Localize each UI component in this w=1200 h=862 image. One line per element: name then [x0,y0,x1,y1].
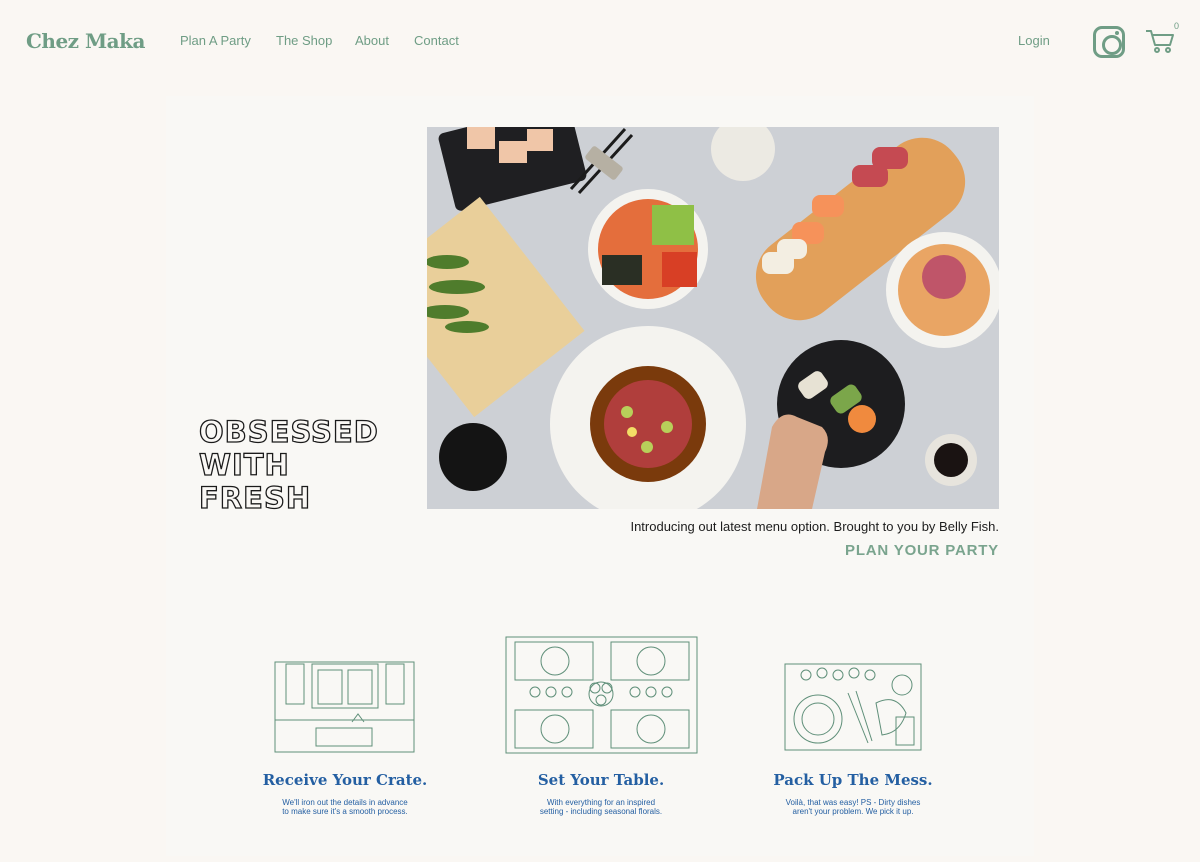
instagram-icon[interactable] [1093,26,1125,58]
feature-title-pack-up-mess: Pack Up The Mess. [773,771,933,789]
feature-text-set-table: With everything for an inspired setting … [539,798,663,816]
nav-link-contact[interactable]: Contact [414,33,459,48]
hero-food-photo [427,127,999,509]
page: Chez Maka Plan A Party The Shop About Co… [0,0,1200,862]
hero-headline: OBSESSED WITH FRESH [198,415,379,515]
pack-up-mess-illustration [784,663,922,751]
brand-logo[interactable]: Chez Maka [26,29,145,53]
nav-link-the-shop[interactable]: The Shop [276,33,332,48]
login-link[interactable]: Login [1018,33,1050,48]
cart-icon[interactable] [1144,28,1176,54]
cart-count-badge: 0 [1174,21,1180,31]
feature-title-receive-crate: Receive Your Crate. [262,771,428,789]
nav-link-about[interactable]: About [355,33,389,48]
feature-text-pack-up-mess: Voilà, that was easy! PS - Dirty dishes … [785,798,921,816]
feature-text-receive-crate: We'll iron out the details in advance to… [282,798,408,816]
table-setting-illustration [505,636,698,754]
crate-illustration [274,661,415,753]
feature-title-set-table: Set Your Table. [537,771,665,789]
plan-your-party-link[interactable]: PLAN YOUR PARTY [700,542,999,559]
hero-caption: Introducing out latest menu option. Brou… [630,519,999,534]
top-nav: Chez Maka Plan A Party The Shop About Co… [0,0,1200,82]
nav-link-plan-a-party[interactable]: Plan A Party [180,33,251,48]
